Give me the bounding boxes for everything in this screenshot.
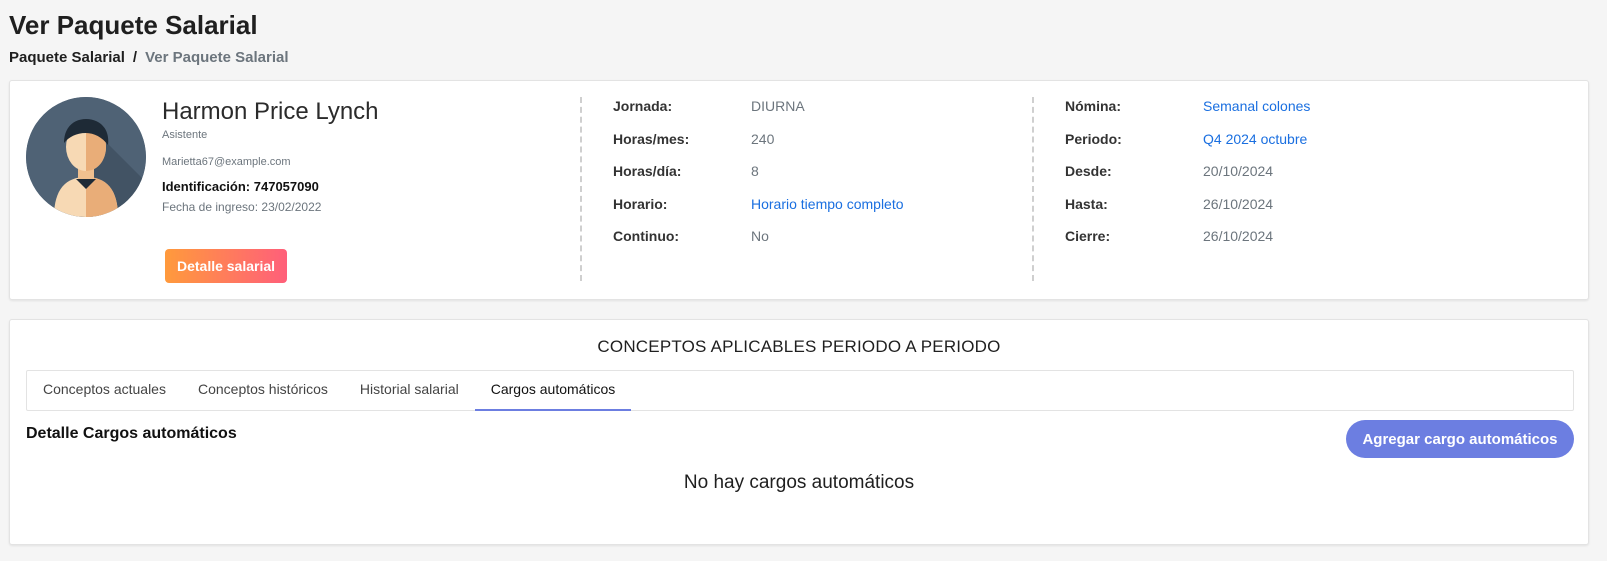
desde-value: 20/10/2024 xyxy=(1203,163,1274,179)
payroll-row-nomina: Nómina: Semanal colones xyxy=(1065,98,1310,131)
employee-email: Marietta67@example.com xyxy=(162,156,291,168)
desde-label: Desde: xyxy=(1065,163,1112,179)
schedule-row-jornada: Jornada: DIURNA xyxy=(613,98,904,131)
hasta-label: Hasta: xyxy=(1065,195,1108,212)
column-divider xyxy=(580,97,582,281)
concepts-section-title: CONCEPTOS APLICABLES PERIODO A PERIODO xyxy=(597,337,1001,356)
jornada-value: DIURNA xyxy=(751,98,805,114)
nomina-label: Nómina: xyxy=(1065,98,1121,114)
nomina-link[interactable]: Semanal colones xyxy=(1203,98,1310,114)
empty-state-message: No hay cargos automáticos xyxy=(683,472,915,493)
breadcrumb: Paquete Salarial / Ver Paquete Salarial xyxy=(9,49,289,66)
continuo-label: Continuo: xyxy=(613,228,680,244)
concepts-tabs: Conceptos actuales Conceptos históricos … xyxy=(26,370,1574,411)
add-automatic-charge-button[interactable]: Agregar cargo automáticos xyxy=(1346,420,1574,458)
breadcrumb-root-link[interactable]: Paquete Salarial xyxy=(9,49,125,66)
column-divider xyxy=(1032,97,1034,281)
employee-identification: Identificación: 747057090 xyxy=(162,179,319,194)
breadcrumb-separator: / xyxy=(132,49,138,66)
jornada-label: Jornada: xyxy=(613,98,673,114)
page-title: Ver Paquete Salarial xyxy=(9,10,258,40)
horas-dia-label: Horas/día: xyxy=(613,163,682,179)
identification-label: Identificación: xyxy=(162,179,251,194)
periodo-link[interactable]: Q4 2024 octubre xyxy=(1203,131,1307,147)
schedule-info-column: Jornada: DIURNA Horas/mes: 240 Horas/día… xyxy=(613,98,904,261)
horario-link[interactable]: Horario tiempo completo xyxy=(751,196,904,212)
horas-mes-label: Horas/mes: xyxy=(613,130,690,147)
periodo-label: Periodo: xyxy=(1065,130,1122,147)
horas-mes-value: 240 xyxy=(751,130,775,147)
payroll-row-periodo: Periodo: Q4 2024 octubre xyxy=(1065,131,1310,164)
continuo-value: No xyxy=(751,228,769,244)
horario-label: Horario: xyxy=(613,195,668,212)
employee-start-date: Fecha de ingreso: 23/02/2022 xyxy=(162,200,322,214)
breadcrumb-current: Ver Paquete Salarial xyxy=(145,49,289,66)
concepts-card: CONCEPTOS APLICABLES PERIODO A PERIODO C… xyxy=(9,319,1589,545)
payroll-row-hasta: Hasta: 26/10/2024 xyxy=(1065,196,1310,229)
tab-historial-salarial[interactable]: Historial salarial xyxy=(344,371,475,410)
tab-conceptos-actuales[interactable]: Conceptos actuales xyxy=(27,371,182,410)
salary-detail-button[interactable]: Detalle salarial xyxy=(165,249,287,283)
tab-conceptos-historicos[interactable]: Conceptos históricos xyxy=(182,371,344,410)
detail-section-title: Detalle Cargos automáticos xyxy=(26,425,237,442)
payroll-row-cierre: Cierre: 26/10/2024 xyxy=(1065,228,1310,261)
user-avatar-icon xyxy=(26,97,146,217)
schedule-row-continuo: Continuo: No xyxy=(613,228,904,261)
employee-profile-card: Harmon Price Lynch Asistente Marietta67@… xyxy=(9,80,1589,300)
hasta-value: 26/10/2024 xyxy=(1203,195,1274,212)
horas-dia-value: 8 xyxy=(751,163,759,179)
cierre-label: Cierre: xyxy=(1065,228,1111,244)
schedule-row-horario: Horario: Horario tiempo completo xyxy=(613,196,904,229)
payroll-info-column: Nómina: Semanal colones Periodo: Q4 2024… xyxy=(1065,98,1310,261)
employee-role: Asistente xyxy=(162,129,208,141)
schedule-row-horas-mes: Horas/mes: 240 xyxy=(613,131,904,164)
cierre-value: 26/10/2024 xyxy=(1203,228,1274,244)
identification-value: 747057090 xyxy=(253,179,319,194)
payroll-row-desde: Desde: 20/10/2024 xyxy=(1065,163,1310,196)
schedule-row-horas-dia: Horas/día: 8 xyxy=(613,163,904,196)
employee-name: Harmon Price Lynch xyxy=(162,98,379,125)
tab-cargos-automaticos[interactable]: Cargos automáticos xyxy=(474,371,632,411)
